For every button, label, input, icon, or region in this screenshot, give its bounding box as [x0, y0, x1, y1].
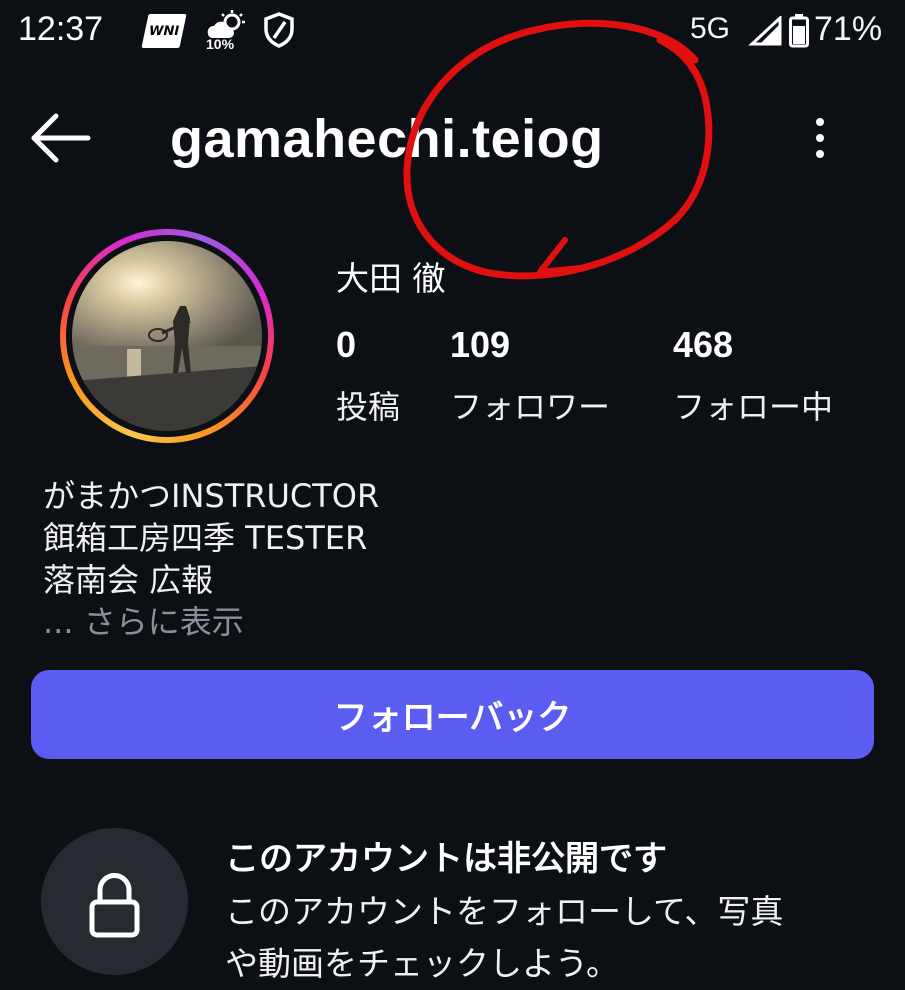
profile-avatar-ring[interactable] [60, 229, 274, 443]
followers-label[interactable]: フォロワー [450, 382, 610, 428]
private-lock-badge [41, 828, 188, 975]
following-count[interactable]: 468 [673, 324, 733, 366]
more-vertical-icon-dot [816, 134, 824, 142]
bio-show-more-link[interactable]: ... さらに表示 [43, 597, 244, 643]
bio-line: 餌箱工房四季 TESTER [43, 519, 368, 557]
weather-percent: 10% [206, 36, 235, 52]
avatar-border [66, 235, 268, 437]
back-button[interactable] [26, 108, 98, 168]
follow-back-button[interactable]: フォローバック [31, 670, 874, 759]
more-options-button[interactable] [798, 108, 842, 168]
posts-label[interactable]: 投稿 [336, 382, 400, 428]
weather-icon: 10% [202, 10, 252, 54]
posts-count[interactable]: 0 [336, 324, 356, 366]
following-label[interactable]: フォロー中 [673, 382, 833, 428]
app-notification-icon: WNI [141, 14, 187, 48]
signal-icon [748, 14, 782, 46]
private-account-desc: や動画をチェックしよう。 [225, 944, 620, 983]
network-type: 5G [690, 12, 731, 45]
followers-count[interactable]: 109 [450, 324, 510, 366]
avatar [72, 241, 262, 431]
private-account-desc: このアカウントをフォローして、写真 [225, 892, 784, 931]
display-name: 大田 徹 [336, 259, 446, 298]
battery-percent: 71% [814, 10, 883, 48]
bio-line: 落南会 広報 [43, 561, 214, 599]
battery-icon [789, 14, 809, 48]
status-time: 12:37 [18, 10, 104, 48]
bio-line: がまかつINSTRUCTOR [43, 477, 380, 515]
arrow-left-icon [31, 113, 91, 163]
lock-icon [89, 873, 140, 938]
private-account-title: このアカウントは非公開です [225, 839, 667, 879]
more-vertical-icon-dot [816, 150, 824, 158]
profile-username: gamahechi.teiog [170, 109, 604, 169]
more-vertical-icon [816, 118, 824, 126]
shield-icon [263, 12, 295, 48]
